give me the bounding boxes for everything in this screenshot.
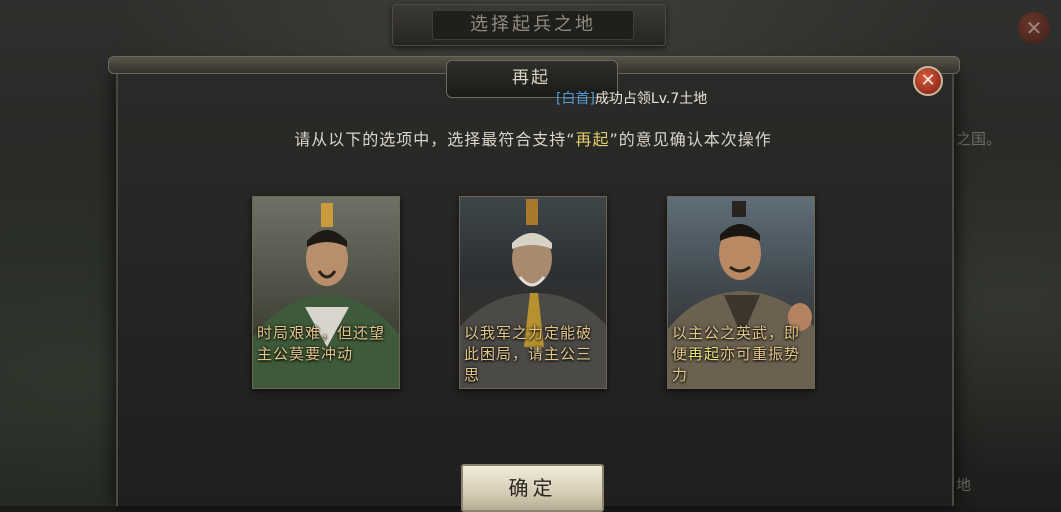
option-text-3-highlight: 再起 xyxy=(688,345,721,363)
capture-notice: [白首]成功占领Lv.7土地 xyxy=(556,88,707,108)
instruction-highlight: 再起 xyxy=(575,130,610,149)
option-card-1[interactable]: 时局艰难，但还望主公莫要冲动 xyxy=(252,196,400,389)
instruction-before: 请从以下的选项中，选择最符合支持“ xyxy=(294,130,576,149)
option-card-2[interactable]: 以我军之力定能破此困局，请主公三思 xyxy=(459,196,607,389)
background-title: 选择起兵之地 xyxy=(432,10,634,40)
close-icon: ✕ xyxy=(920,70,936,91)
background-close-icon: ✕ xyxy=(1018,12,1050,44)
background-side-text: 之国。 xyxy=(956,130,1002,148)
background-bottom-text: 地 xyxy=(956,476,972,494)
option-card-3[interactable]: 以主公之英武，即便再起亦可重振势力 xyxy=(667,196,815,389)
option-text-2: 以我军之力定能破此困局，请主公三思 xyxy=(464,324,593,384)
close-button[interactable]: ✕ xyxy=(913,66,943,96)
confirm-button[interactable]: 确定 xyxy=(461,464,604,512)
notice-tag[interactable]: [白首] xyxy=(556,91,595,107)
option-text-1: 时局艰难，但还望主公莫要冲动 xyxy=(257,324,386,363)
instruction-text: 请从以下的选项中，选择最符合支持“再起”的意见确认本次操作 xyxy=(116,126,950,150)
option-text-3: 以主公之英武，即便再起亦可重振势力 xyxy=(672,323,814,386)
instruction-after: ”的意见确认本次操作 xyxy=(609,130,772,149)
notice-text: 成功占领Lv.7土地 xyxy=(594,91,708,107)
